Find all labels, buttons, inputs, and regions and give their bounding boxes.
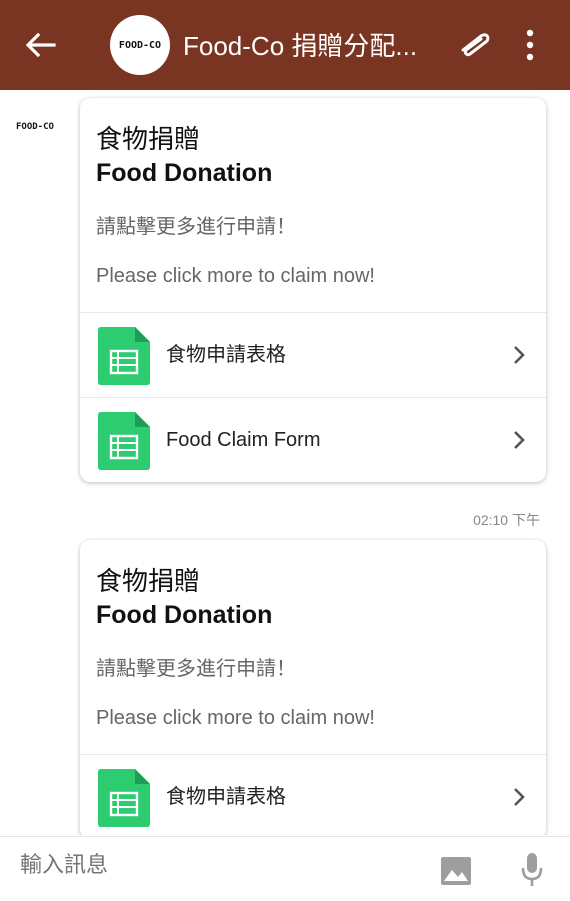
card-title-en: Food Donation <box>96 601 273 629</box>
rich-card: 食物捐贈 Food Donation 請點擊更多進行申請！ Please cli… <box>80 540 546 835</box>
chevron-right-icon <box>514 431 525 449</box>
sheet-doc-icon <box>98 769 150 827</box>
card-description-zh: 請點擊更多進行申請！ <box>96 656 296 680</box>
link-label: 食物申請表格 <box>166 344 286 366</box>
card-title-en: Food Donation <box>96 159 273 187</box>
chevron-right-icon <box>514 788 525 806</box>
message-input[interactable] <box>20 853 400 878</box>
card-description-en: Please click more to claim now! <box>96 707 375 729</box>
sheet-doc-icon <box>98 412 150 470</box>
sheet-doc-icon <box>98 327 150 385</box>
card-description-en: Please click more to claim now! <box>96 265 375 287</box>
link-label: Food Claim Form <box>166 429 321 451</box>
chevron-right-icon <box>514 346 525 364</box>
message-composer <box>0 836 570 901</box>
card-title-zh: 食物捐贈 <box>96 125 201 155</box>
image-icon[interactable] <box>441 857 471 885</box>
more-vert-icon[interactable] <box>518 26 542 64</box>
mic-icon[interactable] <box>520 851 544 889</box>
card-link-row[interactable]: Food Claim Form <box>80 397 546 482</box>
rich-card: 食物捐贈 Food Donation 請點擊更多進行申請！ Please cli… <box>80 98 546 482</box>
chat-title[interactable]: Food-Co 捐贈分配... <box>183 26 443 66</box>
attachment-icon[interactable] <box>455 30 495 60</box>
card-link-row[interactable]: 食物申請表格 <box>80 754 546 835</box>
card-description-zh: 請點擊更多進行申請！ <box>96 214 296 238</box>
sender-logo: FOOD-CO <box>16 122 54 132</box>
avatar-logo-text: FOOD-CO <box>118 39 162 51</box>
link-label: 食物申請表格 <box>166 786 286 808</box>
avatar[interactable]: FOOD-CO <box>110 15 170 75</box>
chat-area[interactable]: FOOD-CO 食物捐贈 Food Donation 請點擊更多進行申請！ Pl… <box>0 90 570 835</box>
card-link-row[interactable]: 食物申請表格 <box>80 312 546 397</box>
card-title-zh: 食物捐贈 <box>96 567 201 597</box>
message-timestamp: 02:10 下午 <box>473 512 540 528</box>
app-bar: FOOD-CO Food-Co 捐贈分配... <box>0 0 570 90</box>
back-arrow-icon[interactable] <box>22 28 58 62</box>
